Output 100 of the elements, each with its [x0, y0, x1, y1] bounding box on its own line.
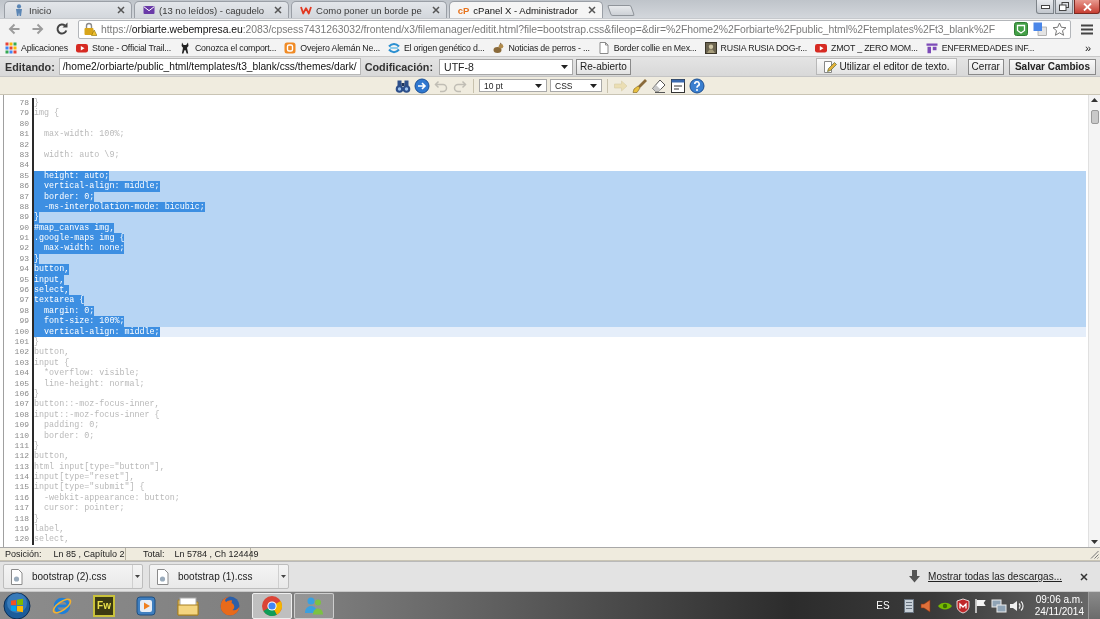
- status-value: Ln 85 , Capítulo 2: [53, 549, 125, 559]
- brush-icon[interactable]: [632, 77, 648, 94]
- syntax-select[interactable]: CSS: [550, 79, 602, 92]
- envelope-icon: [143, 4, 155, 16]
- close-icon[interactable]: [1080, 572, 1088, 581]
- window-icon[interactable]: [670, 77, 686, 94]
- text-editor-button[interactable]: Utilizar el editor de texto.: [815, 58, 957, 75]
- path-field[interactable]: /home2/orbiarte/public_html/templates/t3_blank/css/themes/dark/: [58, 58, 361, 75]
- code-line: button,: [34, 451, 70, 462]
- scrollbar[interactable]: [1088, 95, 1100, 547]
- browser-tab[interactable]: cP cPanel X - Administrador: [448, 1, 603, 18]
- bookmark[interactable]: ZMOT _ ZERO MOM...: [815, 41, 918, 54]
- download-menu-button[interactable]: [278, 565, 288, 588]
- taskbar-button[interactable]: Fw: [84, 592, 124, 619]
- close-icon[interactable]: [587, 6, 596, 14]
- clock-time[interactable]: 09:06 a.m.: [1035, 593, 1083, 606]
- close-icon: [1082, 2, 1092, 11]
- bookmark[interactable]: Aplicaciones: [5, 41, 68, 54]
- scroll-down-icon[interactable]: [1091, 540, 1098, 544]
- minimize-button[interactable]: [1036, 0, 1054, 14]
- start-button[interactable]: [0, 591, 34, 619]
- bookmark[interactable]: RUSIA RUSIA DOG-r...: [704, 41, 808, 54]
- file-icon: [156, 568, 169, 585]
- animal-icon: [492, 41, 505, 54]
- download-icon: [909, 570, 921, 583]
- line-number: 84: [4, 160, 34, 171]
- bookmark[interactable]: Stone - Official Trail...: [76, 41, 171, 54]
- translate-icon[interactable]: [1033, 22, 1047, 36]
- bookmark[interactable]: El origen genético d...: [387, 41, 485, 54]
- save-button[interactable]: Salvar Cambios: [1008, 58, 1096, 75]
- restore-icon: [1059, 2, 1069, 11]
- caret-icon: [281, 575, 286, 578]
- reload-icon[interactable]: [55, 22, 69, 36]
- browser-tab[interactable]: Inicio: [4, 1, 132, 18]
- line-number: 108: [4, 409, 34, 421]
- code-line: img {: [34, 108, 60, 119]
- close-icon[interactable]: [117, 6, 125, 14]
- grid-icon: [5, 41, 17, 54]
- bookmark[interactable]: Border collie en Mex...: [597, 41, 697, 54]
- code-line: *overflow: visible;: [43, 368, 140, 379]
- caret-icon: [135, 575, 140, 578]
- font-size-select[interactable]: 10 pt: [479, 79, 547, 92]
- clock-date[interactable]: 24/11/2014: [1034, 605, 1084, 618]
- eraser-icon[interactable]: [651, 77, 667, 94]
- line-number: 118: [4, 513, 34, 524]
- line-number: 104: [4, 368, 34, 379]
- path-label: Editando:: [4, 60, 56, 73]
- line-number: 113: [4, 461, 34, 473]
- close-editor-button[interactable]: Cerrar: [967, 58, 1004, 75]
- show-all-downloads-link[interactable]: Mostrar todas las descargas...: [928, 571, 1062, 582]
- bookmark[interactable]: Conozca el comport...: [178, 41, 277, 54]
- star-icon[interactable]: [1052, 21, 1067, 37]
- code-line: select,: [34, 534, 70, 545]
- code-line: max-width: 100%;: [43, 129, 125, 140]
- line-number: 102: [4, 347, 34, 358]
- code-line: button::-moz-focus-inner,: [34, 399, 160, 410]
- code-line: line-height: normal;: [43, 378, 145, 389]
- close-icon[interactable]: [274, 6, 283, 14]
- menu-icon[interactable]: [1081, 23, 1093, 35]
- globe-icon: [219, 594, 241, 617]
- scroll-up-icon[interactable]: [1091, 98, 1098, 102]
- bookmark[interactable]: ENFERMEDADES INF...: [925, 41, 1035, 54]
- line-number: 114: [4, 472, 34, 483]
- line-number: 120: [4, 534, 34, 545]
- close-icon[interactable]: [431, 6, 440, 14]
- caret-icon[interactable]: [535, 83, 542, 88]
- code-line: label,: [34, 524, 65, 534]
- code-line: padding: 0;: [43, 420, 100, 431]
- reopen-button[interactable]: Re-abierto: [576, 58, 631, 75]
- line-number: 78: [4, 98, 34, 109]
- bookmark[interactable]: Noticias de perros - ...: [492, 41, 590, 54]
- bookmark[interactable]: Ovejero Alemán Ne...: [284, 41, 380, 54]
- close-button[interactable]: [1074, 0, 1100, 14]
- help-icon[interactable]: [689, 77, 705, 94]
- taskbar-button[interactable]: [252, 592, 292, 619]
- browser-tab[interactable]: (13 no leídos) - cagudelo: [134, 1, 290, 18]
- line-number: 83: [4, 149, 34, 161]
- download-menu-button[interactable]: [132, 565, 142, 588]
- caret-icon[interactable]: [561, 64, 569, 69]
- code-line: }: [34, 337, 40, 347]
- network-icon[interactable]: [990, 597, 1007, 614]
- show-desktop-button[interactable]: [1088, 591, 1100, 619]
- badge-icon[interactable]: [1014, 22, 1028, 36]
- address-field[interactable]: https://orbiarte.webempresa.eu:2083/cpsess7431263032/frontend/x3/filemanager/editit.html?file=bootstrap.css&fileop=&dir=%2Fhome2%2Forbiarte%2Fpublic_html%2Ftemplates%2Ft3_blank%2F: [78, 19, 1071, 39]
- browser-tab[interactable]: Como poner un borde pe: [291, 1, 447, 18]
- line-number: 80: [4, 118, 34, 130]
- lock-warning-icon: [83, 22, 97, 36]
- caret-icon[interactable]: [590, 83, 597, 88]
- language-indicator[interactable]: ES: [876, 600, 890, 611]
- status-label: Posición:: [5, 549, 42, 559]
- bookmarks-overflow-button[interactable]: »: [1081, 41, 1094, 54]
- code-line: cursor: pointer;: [43, 503, 125, 514]
- scrollbar-thumb[interactable]: [1090, 110, 1099, 124]
- code-line: }: [34, 513, 40, 524]
- line-number: 106: [4, 388, 34, 400]
- restore-button[interactable]: [1055, 0, 1073, 14]
- encoding-select[interactable]: UTF-8: [439, 58, 574, 75]
- shield-icon[interactable]: [954, 597, 971, 614]
- code-line: -webkit-appearance: button;: [43, 492, 180, 503]
- resize-grip-icon[interactable]: [1090, 550, 1099, 559]
